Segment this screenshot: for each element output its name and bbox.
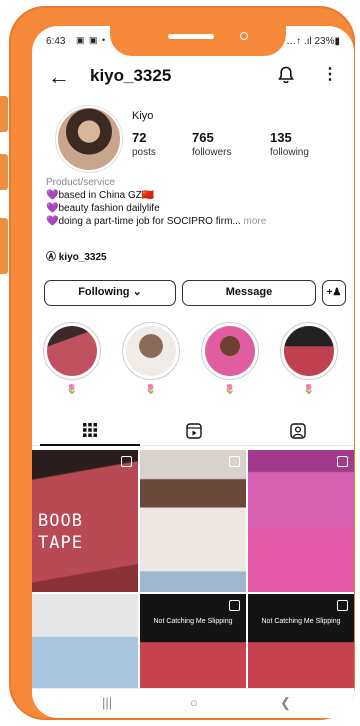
highlight-ring (280, 322, 338, 380)
bio-line: 💜doing a part-time job for SOCIPRO firm.… (46, 216, 241, 227)
battery-status: …↑ .ıl 23%▮ (286, 36, 340, 47)
phone-notch (110, 26, 286, 56)
camera-icon (240, 32, 248, 40)
bio-line: 💜beauty fashion dailylife (46, 203, 160, 214)
posts-label: posts (132, 147, 156, 158)
grid-post[interactable]: BOOB TAPE (32, 450, 138, 592)
profile-bio: Product/service 💜based in China GZ🇨🇳 💜be… (46, 176, 336, 228)
highlight-item[interactable]: 🌷 (200, 322, 260, 395)
volume-button (0, 96, 8, 132)
grid-post[interactable] (248, 450, 354, 592)
reel-indicator-icon (229, 456, 240, 467)
post-caption: Not Catching Me Slipping (261, 618, 341, 625)
threads-handle: kiyo_3325 (58, 252, 107, 263)
highlight-item[interactable]: 🌷 (42, 322, 102, 395)
highlight-item[interactable]: 🌷 (279, 322, 339, 395)
stat-following[interactable]: 135 following (270, 130, 309, 158)
volume-button (0, 154, 8, 190)
header-username: kiyo_3325 (90, 66, 172, 85)
post-caption: Not Catching Me Slipping (153, 618, 233, 625)
threads-link[interactable]: Ⓐ kiyo_3325 (46, 248, 107, 263)
highlight-ring (122, 322, 180, 380)
reels-icon (186, 423, 202, 439)
highlight-cover (205, 326, 255, 376)
grid-icon (83, 423, 97, 437)
avatar[interactable] (56, 106, 122, 172)
highlight-item[interactable]: 🌷 (121, 322, 181, 395)
stat-posts[interactable]: 72 posts (132, 130, 156, 158)
recent-apps-icon[interactable]: ||| (102, 695, 112, 710)
profile-header: ← kiyo_3325 ⋮ (32, 60, 354, 96)
following-label: following (270, 147, 309, 158)
highlight-label: 🌷 (66, 384, 78, 394)
display-name: Kiyo (132, 110, 154, 122)
threads-icon: Ⓐ (46, 252, 56, 263)
phone-screen: 6:43 ▣ ▣ • …↑ .ıl 23%▮ ← kiyo_3325 ⋮ Kiy… (32, 26, 354, 718)
reel-indicator-icon (337, 456, 348, 467)
status-time: 6:43 (46, 36, 66, 47)
more-vertical-icon[interactable]: ⋮ (322, 64, 338, 84)
reel-indicator-icon (229, 600, 240, 611)
post-overlay-text: BOOB TAPE (38, 511, 83, 553)
followers-count: 765 (192, 130, 214, 145)
speaker-bar (168, 34, 214, 39)
reel-indicator-icon (337, 600, 348, 611)
back-nav-icon[interactable]: ❮ (280, 695, 291, 711)
followers-label: followers (192, 147, 232, 158)
power-button (0, 218, 8, 274)
grid-post[interactable] (32, 594, 138, 700)
highlight-ring (43, 322, 101, 380)
add-person-icon[interactable]: +♟ (322, 280, 346, 306)
status-icons: ▣ ▣ • (76, 35, 107, 45)
grid-post[interactable]: Not Catching Me Slipping (248, 594, 354, 700)
highlight-ring (201, 322, 259, 380)
bio-category: Product/service (46, 177, 115, 188)
bio-more-link[interactable]: more (244, 216, 267, 227)
message-button[interactable]: Message (182, 280, 316, 306)
highlight-cover (126, 326, 176, 376)
stat-followers[interactable]: 765 followers (192, 130, 231, 158)
system-nav-bar: ||| ○ ❮ (32, 688, 354, 718)
highlight-cover (284, 326, 334, 376)
following-count: 135 (270, 130, 292, 145)
grid-post[interactable]: Not Catching Me Slipping (140, 594, 246, 700)
posts-count: 72 (132, 130, 147, 145)
highlight-cover (47, 326, 97, 376)
tab-grid[interactable] (40, 416, 140, 446)
grid-post[interactable] (140, 450, 246, 592)
bio-line: 💜based in China GZ🇨🇳 (46, 190, 155, 201)
home-icon[interactable]: ○ (190, 695, 198, 710)
posts-grid: BOOB TAPE Not Catching Me Slipping Not C… (32, 450, 354, 700)
bell-icon[interactable] (278, 66, 294, 84)
tab-tagged[interactable] (248, 416, 348, 446)
tagged-icon (290, 423, 306, 439)
phone-frame: 6:43 ▣ ▣ • …↑ .ıl 23%▮ ← kiyo_3325 ⋮ Kiy… (9, 6, 355, 720)
highlight-label: 🌷 (303, 384, 315, 394)
highlight-label: 🌷 (224, 384, 236, 394)
reel-indicator-icon (121, 456, 132, 467)
following-button[interactable]: Following ⌄ (44, 280, 176, 306)
tab-reels[interactable] (144, 416, 244, 446)
arrow-left-icon[interactable]: ← (48, 64, 70, 90)
highlight-label: 🌷 (145, 384, 157, 394)
profile-tabs (32, 416, 354, 446)
